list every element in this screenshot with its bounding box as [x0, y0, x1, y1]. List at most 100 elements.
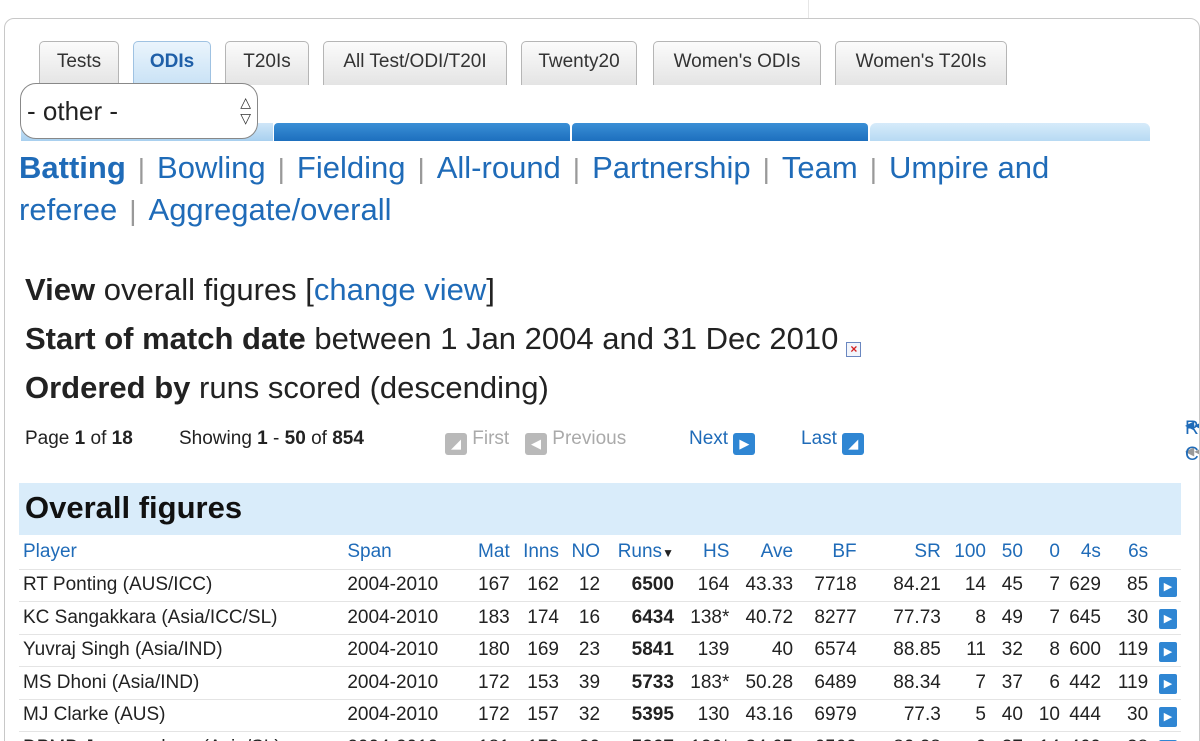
- change-view-link[interactable]: change view: [314, 272, 486, 307]
- next-page-button[interactable]: Next ▶: [689, 428, 756, 455]
- table-body: RT Ponting (AUS/ICC) 2004-2010 167 162 12 650…: [19, 568, 1181, 741]
- table-cell: 14: [1026, 731, 1064, 741]
- table-cell: 126*: [677, 731, 734, 741]
- tab-all-test-odi-t20i[interactable]: All Test/ODI/T20I: [323, 41, 507, 85]
- table-cell: 645: [1063, 601, 1105, 634]
- section-header: Overall figures: [19, 483, 1181, 535]
- view-line: View overall figures [change view]: [25, 267, 861, 316]
- showing-word: Showing: [179, 428, 252, 449]
- table-cell: 629: [1063, 568, 1105, 602]
- table-cell: 43.16: [733, 698, 798, 732]
- col-header[interactable]: SR: [861, 535, 945, 569]
- table-cell: 37: [989, 666, 1027, 699]
- col-header[interactable]: Mat: [456, 535, 513, 569]
- table-cell: 40: [989, 698, 1027, 732]
- table-cell: 20: [563, 731, 605, 741]
- col-header[interactable]: 6s: [1105, 535, 1152, 569]
- first-label: First: [472, 428, 510, 449]
- tab-tests[interactable]: Tests: [39, 41, 119, 85]
- nav-bowling[interactable]: Bowling: [157, 150, 266, 185]
- row-action-cell: ▶: [1152, 731, 1181, 741]
- query-summary: View overall figures [change view] Start…: [25, 267, 862, 414]
- other-format-select[interactable]: - other - △ ▽: [20, 83, 258, 139]
- col-header[interactable]: 100: [945, 535, 990, 569]
- play-arrow-icon[interactable]: ▶: [1159, 674, 1177, 695]
- tab-womens-odis[interactable]: Women's ODIs: [653, 41, 821, 85]
- table-cell: 174: [513, 601, 563, 634]
- tab-twenty20[interactable]: Twenty20: [521, 41, 637, 85]
- page-indicator: Page 1 of 18: [25, 428, 133, 450]
- table-cell: 11: [944, 633, 990, 667]
- player-link[interactable]: DPMD Jayawardene (Asia/SL): [19, 731, 344, 741]
- play-arrow-icon[interactable]: ▶: [1159, 641, 1177, 662]
- player-link[interactable]: MJ Clarke (AUS): [19, 698, 344, 732]
- row-action-cell: ▶: [1152, 698, 1181, 732]
- col-header[interactable]: 0: [1027, 535, 1064, 569]
- table-cell: 2004-2010: [343, 633, 457, 667]
- play-arrow-icon[interactable]: ▶: [1159, 706, 1177, 727]
- play-arrow-icon[interactable]: ▶: [1159, 576, 1177, 597]
- table-cell: 7718: [797, 568, 861, 602]
- table-cell: 85: [1104, 568, 1153, 602]
- table-cell: 30: [1104, 601, 1153, 634]
- previous-page-icon: ◀: [525, 433, 547, 455]
- table-cell: 77.73: [860, 601, 945, 634]
- nav-batting[interactable]: Batting: [19, 150, 126, 185]
- showing-indicator: Showing 1 - 50 of 854: [179, 428, 364, 450]
- nav-separator: |: [137, 153, 146, 184]
- player-link[interactable]: Yuvraj Singh (Asia/IND): [19, 633, 344, 667]
- table-cell: 172: [456, 666, 514, 699]
- table-cell: 6979: [797, 698, 861, 732]
- nav-aggregate-overall[interactable]: Aggregate/overall: [149, 192, 392, 227]
- showing-from: 1: [257, 428, 268, 449]
- col-header-runs[interactable]: Runs▼: [604, 535, 678, 569]
- table-cell: 84.21: [860, 568, 945, 602]
- col-header[interactable]: BF: [797, 535, 861, 569]
- nav-all-round[interactable]: All-round: [437, 150, 561, 185]
- player-link[interactable]: MS Dhoni (Asia/IND): [19, 666, 344, 699]
- table-cell: 2004-2010: [343, 731, 457, 741]
- col-header[interactable]: Inns: [514, 535, 563, 569]
- col-header[interactable]: Ave: [733, 535, 797, 569]
- table-cell: 183*: [677, 666, 734, 699]
- tab-odis[interactable]: ODIs: [133, 41, 211, 85]
- date-label: Start of match date: [25, 321, 306, 356]
- date-text: between 1 Jan 2004 and 31 Dec 2010: [305, 321, 839, 356]
- table-cell: 37: [989, 731, 1027, 741]
- player-link[interactable]: KC Sangakkara (Asia/ICC/SL): [19, 601, 344, 634]
- table-cell: 162: [513, 568, 563, 602]
- nav-separator: |: [762, 153, 770, 184]
- table-row: MS Dhoni (Asia/IND) 2004-2010 172 153 39 5733…: [19, 666, 1181, 699]
- nav-separator: |: [869, 153, 877, 184]
- col-header[interactable]: Player: [19, 535, 343, 569]
- table-cell: 181: [456, 731, 514, 741]
- play-arrow-icon[interactable]: ▶: [1159, 609, 1177, 630]
- table-cell: 40: [733, 633, 798, 667]
- col-header[interactable]: 4s: [1064, 535, 1105, 569]
- remove-filter-icon[interactable]: ×: [846, 342, 862, 357]
- nav-separator: |: [129, 195, 137, 226]
- nav-partnership[interactable]: Partnership: [592, 150, 751, 185]
- last-page-button[interactable]: Last ◢: [801, 428, 865, 455]
- sort-desc-icon: ▼: [662, 545, 674, 560]
- player-link[interactable]: RT Ponting (AUS/ICC): [19, 568, 344, 602]
- table-cell: 2004-2010: [343, 568, 457, 602]
- table-cell: 32: [563, 698, 605, 732]
- nav-fielding[interactable]: Fielding: [297, 150, 406, 185]
- nav-separator: |: [417, 153, 425, 184]
- page-count: 18: [111, 428, 133, 449]
- col-header[interactable]: HS: [678, 535, 733, 569]
- first-page-button[interactable]: ◢ First: [445, 428, 509, 455]
- col-header[interactable]: NO: [563, 535, 604, 569]
- showing-total: 854: [332, 428, 364, 449]
- col-header[interactable]: Span: [343, 535, 456, 569]
- table-row: KC Sangakkara (Asia/ICC/SL) 2004-2010 183 1…: [19, 601, 1181, 634]
- table-cell: 8277: [797, 601, 861, 634]
- table-cell: 40.72: [733, 601, 798, 634]
- tab-t20is[interactable]: T20Is: [225, 41, 309, 85]
- col-header[interactable]: 50: [990, 535, 1027, 569]
- tab-womens-t20is[interactable]: Women's T20Is: [835, 41, 1007, 85]
- nav-team[interactable]: Team: [782, 150, 858, 185]
- previous-page-button[interactable]: ◀ Previous: [525, 428, 626, 455]
- table-cell: 172: [456, 698, 514, 732]
